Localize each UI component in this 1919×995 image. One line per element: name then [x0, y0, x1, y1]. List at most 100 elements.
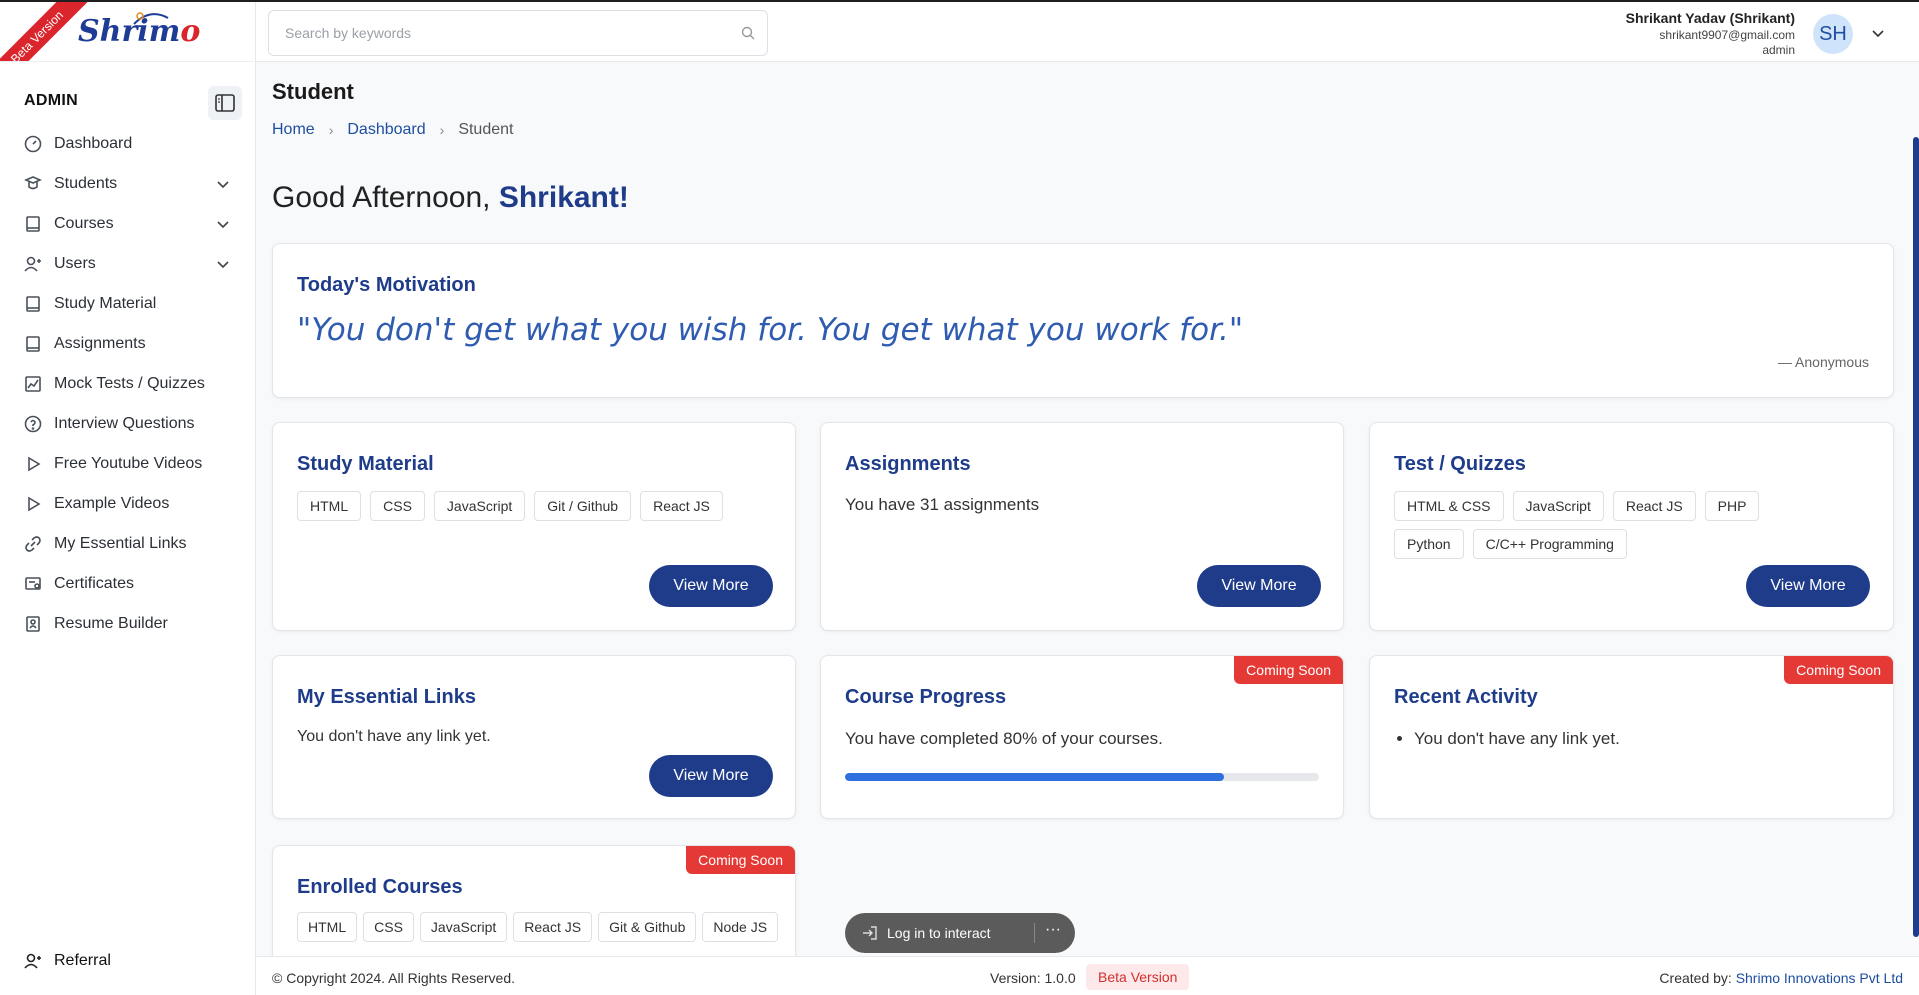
sidebar-item-label: Assignments	[54, 335, 146, 352]
login-label: Log in to interact	[887, 925, 991, 941]
tag[interactable]: JavaScript	[1512, 491, 1604, 521]
recent-activity-card: Coming Soon Recent Activity You don't ha…	[1369, 655, 1894, 819]
sidebar-item-resume-builder[interactable]: Resume Builder	[0, 604, 256, 644]
sidebar-item-mock-tests[interactable]: Mock Tests / Quizzes	[0, 364, 256, 404]
progress-bar-fill	[845, 773, 1225, 781]
card-title: Assignments	[845, 453, 971, 475]
breadcrumb-separator-icon: ›	[328, 122, 334, 138]
tag[interactable]: HTML	[297, 491, 362, 521]
question-icon	[24, 415, 42, 433]
user-role: admin	[1762, 42, 1795, 57]
view-more-button[interactable]: View More	[1746, 565, 1870, 607]
section-label: ADMIN	[24, 92, 78, 109]
sidebar-item-study-material[interactable]: Study Material	[0, 284, 256, 324]
sidebar-item-label: Courses	[54, 215, 114, 232]
tag[interactable]: JavaScript	[419, 912, 508, 942]
tag[interactable]: React JS	[640, 491, 723, 521]
card-title: Test / Quizzes	[1394, 453, 1526, 475]
brand-logo-accent: o	[180, 14, 201, 49]
view-more-button[interactable]: View More	[1197, 565, 1321, 607]
essential-links-card: My Essential Links You don't have any li…	[272, 655, 796, 819]
search-icon[interactable]	[741, 26, 755, 40]
more-options-icon[interactable]: ···	[1045, 921, 1061, 939]
sidebar-item-interview-questions[interactable]: Interview Questions	[0, 404, 256, 444]
login-overlay-button[interactable]: Log in to interact ···	[845, 913, 1075, 953]
tag-list: HTML CSS JavaScript Git / Github React J…	[297, 491, 767, 521]
tag[interactable]: React JS	[513, 912, 593, 942]
assignments-card: Assignments You have 31 assignments View…	[820, 422, 1344, 631]
created-by: Created by: Shrimo Innovations Pvt Ltd	[1659, 970, 1903, 986]
sidebar-item-label: Free Youtube Videos	[54, 455, 203, 472]
list-item: You don't have any link yet.	[1414, 729, 1620, 749]
tag[interactable]: HTML	[297, 912, 358, 942]
tag[interactable]: Node JS	[702, 912, 779, 942]
breadcrumb-separator-icon: ›	[439, 122, 445, 138]
sidebar-item-certificates[interactable]: Certificates	[0, 564, 256, 604]
sidebar-item-users[interactable]: Users	[0, 244, 256, 284]
sidebar-item-label: Mock Tests / Quizzes	[54, 375, 205, 392]
tag[interactable]: React JS	[1612, 491, 1696, 521]
copyright-text: © Copyright 2024. All Rights Reserved.	[272, 970, 515, 986]
scrollbar[interactable]	[1911, 131, 1919, 943]
breadcrumb-dashboard[interactable]: Dashboard	[347, 121, 425, 139]
tag[interactable]: Python	[1394, 529, 1464, 559]
sidebar-item-students[interactable]: Students	[0, 164, 256, 204]
user-info[interactable]: Shrikant Yadav (Shrikant) shrikant9907@g…	[1626, 10, 1795, 58]
greeting: Good Afternoon, Shrikant!	[272, 181, 629, 215]
card-title: Today's Motivation	[297, 274, 476, 296]
breadcrumb: Home › Dashboard › Student	[272, 121, 513, 139]
sidebar-item-example-videos[interactable]: Example Videos	[0, 484, 256, 524]
tag-list: HTML CSS JavaScript React JS Git & Githu…	[297, 912, 787, 942]
search-input[interactable]	[269, 11, 709, 55]
view-more-button[interactable]: View More	[649, 755, 773, 797]
sidebar-item-free-youtube-videos[interactable]: Free Youtube Videos	[0, 444, 256, 484]
users-icon	[24, 953, 41, 969]
tag[interactable]: CSS	[363, 912, 414, 942]
logo-area: Beta Version Shrimo	[0, 2, 256, 62]
page-title: Student	[272, 79, 354, 104]
user-email: shrikant9907@gmail.com	[1659, 27, 1795, 42]
footer: © Copyright 2024. All Rights Reserved. V…	[256, 956, 1919, 995]
tag[interactable]: Git & Github	[598, 912, 697, 942]
view-more-button[interactable]: View More	[649, 565, 773, 607]
chevron-down-icon[interactable]	[1871, 26, 1885, 40]
progress-text: You have completed 80% of your courses.	[845, 729, 1163, 748]
play-icon	[28, 496, 41, 512]
user-name: Shrikant Yadav (Shrikant)	[1625, 10, 1795, 26]
links-empty-text: You don't have any link yet.	[297, 728, 491, 745]
avatar[interactable]: SH	[1813, 14, 1853, 54]
sidebar-item-dashboard[interactable]: Dashboard	[0, 124, 256, 164]
sidebar-item-label: Dashboard	[54, 135, 133, 152]
tag[interactable]: JavaScript	[433, 491, 526, 521]
main-content: Student Home › Dashboard › Student Good …	[256, 63, 1919, 956]
login-icon	[863, 926, 877, 940]
sidebar-item-courses[interactable]: Courses	[0, 204, 256, 244]
sidebar-item-essential-links[interactable]: My Essential Links	[0, 524, 256, 564]
sidebar-item-label: Users	[54, 255, 96, 272]
company-link[interactable]: Shrimo Innovations Pvt Ltd	[1736, 970, 1903, 986]
breadcrumb-home[interactable]: Home	[272, 121, 315, 139]
chevron-down-icon	[217, 261, 229, 269]
sidebar-item-label: Certificates	[54, 575, 135, 592]
tag[interactable]: CSS	[370, 491, 425, 521]
tag[interactable]: Git / Github	[534, 491, 632, 521]
tag[interactable]: C/C++ Programming	[1472, 529, 1627, 559]
sidebar-toggle-button[interactable]	[208, 86, 242, 120]
sidebar-item-label: Example Videos	[54, 495, 170, 512]
sidebar-item-referral[interactable]: Referral	[24, 952, 111, 970]
coming-soon-badge: Coming Soon	[686, 846, 795, 874]
scrollbar-thumb[interactable]	[1913, 137, 1919, 937]
link-icon	[25, 536, 41, 552]
created-by-label: Created by:	[1659, 970, 1736, 986]
beta-badge: Beta Version	[1086, 964, 1190, 990]
course-progress-card: Coming Soon Course Progress You have com…	[820, 655, 1344, 819]
tag[interactable]: HTML & CSS	[1394, 491, 1504, 521]
sidebar-item-assignments[interactable]: Assignments	[0, 324, 256, 364]
book-icon	[26, 216, 40, 232]
book-icon	[26, 336, 40, 352]
card-title: Recent Activity	[1394, 686, 1538, 708]
tag[interactable]: PHP	[1704, 491, 1760, 521]
enrolled-courses-card: Coming Soon Enrolled Courses HTML CSS Ja…	[272, 845, 796, 956]
play-icon	[28, 456, 41, 472]
sidebar: Beta Version Shrimo ADMIN Dashboard Stud…	[0, 2, 256, 995]
